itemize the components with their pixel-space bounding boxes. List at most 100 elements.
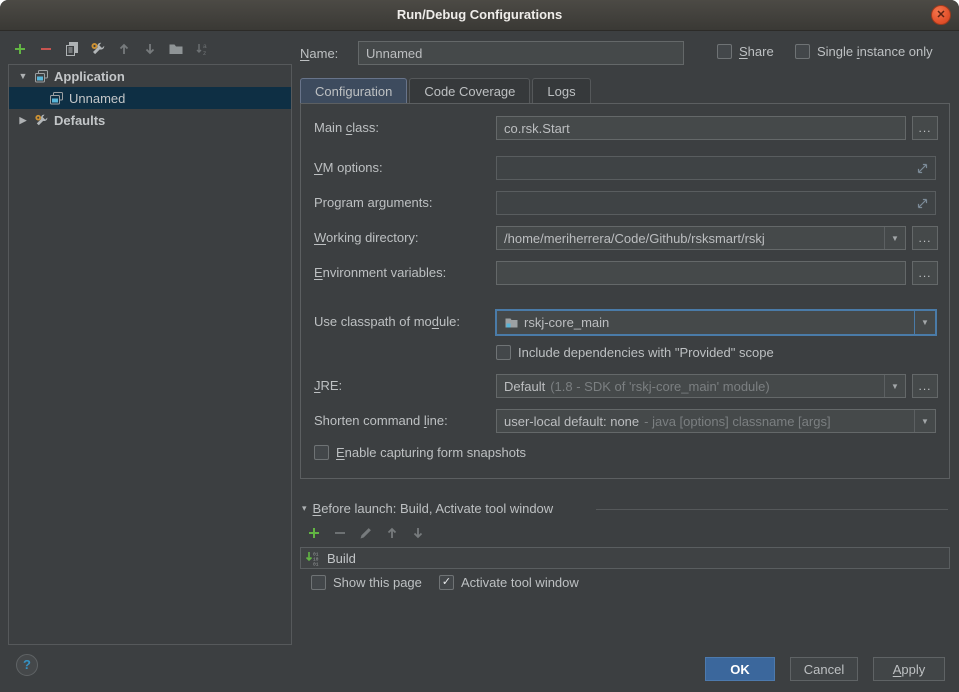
arrow-down-icon [410,525,426,541]
main-class-input[interactable] [496,116,906,140]
ok-button[interactable]: OK [705,657,775,681]
configurations-tree: ▼ Application Unnamed ▶ Defaults [8,64,292,645]
chevron-collapsed-icon[interactable]: ▶ [17,115,29,126]
dropdown-arrow-icon[interactable]: ▼ [884,375,905,397]
move-task-up-button[interactable] [384,525,400,541]
add-icon [306,525,322,541]
dropdown-arrow-icon[interactable]: ▼ [914,311,935,334]
add-configuration-button[interactable] [12,41,28,57]
working-directory-browse-button[interactable]: ... [912,226,938,250]
tree-item-defaults[interactable]: ▶ Defaults [9,109,291,131]
tab-configuration[interactable]: Configuration [300,78,407,103]
working-directory-value: /home/meriherrera/Code/Github/rsksmart/r… [504,231,765,246]
move-task-down-button[interactable] [410,525,426,541]
tree-item-label: Application [54,69,125,84]
name-input[interactable] [358,41,684,65]
chevron-expanded-icon[interactable]: ▼ [17,71,29,81]
show-this-page-checkbox[interactable]: Show this page [311,575,422,590]
tree-item-application[interactable]: ▼ Application [9,65,291,87]
working-directory-combobox[interactable]: /home/meriherrera/Code/Github/rsksmart/r… [496,226,906,250]
tree-item-label: Unnamed [69,91,125,106]
cancel-button[interactable]: Cancel [790,657,858,681]
before-launch-task-build[interactable]: 011001 Build [300,547,950,569]
remove-icon [332,525,348,541]
folder-icon [168,41,184,57]
share-checkbox[interactable]: Share [717,44,774,59]
activate-tool-window-checkbox[interactable]: ✓ Activate tool window [439,575,579,590]
activate-tool-window-label: Activate tool window [461,575,579,590]
apply-button[interactable]: Apply [873,657,945,681]
sort-configurations-button[interactable]: az [194,41,210,57]
remove-icon [38,41,54,57]
shorten-command-line-combobox[interactable]: user-local default: none - java [options… [496,409,936,433]
shorten-command-line-hint: - java [options] classname [args] [644,414,830,429]
remove-task-button[interactable] [332,525,348,541]
tree-item-unnamed[interactable]: Unnamed [9,87,291,109]
expand-field-icon[interactable] [915,196,930,211]
main-class-browse-button[interactable]: ... [912,116,938,140]
pencil-icon [358,525,374,541]
expand-field-icon[interactable] [915,161,930,176]
vm-options-input[interactable] [496,156,936,180]
jre-browse-button[interactable]: ... [912,374,938,398]
working-directory-label: Working directory: [314,230,419,245]
checkbox-unchecked-icon [496,345,511,360]
checkbox-unchecked-icon [795,44,810,59]
use-classpath-value: rskj-core_main [524,315,609,330]
program-arguments-label: Program arguments: [314,195,433,210]
tab-code-coverage[interactable]: Code Coverage [409,78,530,103]
configurations-toolbar: az [12,41,210,57]
share-label: Share [739,44,774,59]
sort-az-icon: az [194,41,210,57]
enable-capturing-label: Enable capturing form snapshots [336,445,526,460]
arrow-up-icon [384,525,400,541]
svg-text:z: z [203,50,206,57]
before-launch-header[interactable]: ▾ Before launch: Build, Activate tool wi… [302,501,553,516]
shorten-command-line-label: Shorten command line: [314,413,448,428]
tab-logs[interactable]: Logs [532,78,590,103]
section-collapse-icon[interactable]: ▾ [302,503,307,514]
main-class-label: Main class: [314,120,379,135]
arrow-up-icon [116,41,132,57]
window-title: Run/Debug Configurations [0,0,959,30]
checkbox-unchecked-icon [717,44,732,59]
vm-options-label: VM options: [314,160,383,175]
enable-capturing-checkbox[interactable]: Enable capturing form snapshots [314,445,526,460]
add-task-button[interactable] [306,525,322,541]
add-icon [12,41,28,57]
edit-task-button[interactable] [358,525,374,541]
copy-configuration-button[interactable] [64,41,80,57]
close-icon: ✕ [936,9,945,21]
jre-hint: (1.8 - SDK of 'rskj-core_main' module) [550,379,770,394]
checkbox-unchecked-icon [311,575,326,590]
titlebar[interactable]: Run/Debug Configurations ✕ [0,0,959,31]
create-folder-button[interactable] [168,41,184,57]
move-down-button[interactable] [142,41,158,57]
close-button[interactable]: ✕ [931,5,951,25]
environment-variables-browse-button[interactable]: ... [912,261,938,285]
help-button[interactable]: ? [16,654,38,676]
environment-variables-input[interactable] [496,261,906,285]
program-arguments-input[interactable] [496,191,936,215]
jre-combobox[interactable]: Default (1.8 - SDK of 'rskj-core_main' m… [496,374,906,398]
move-up-button[interactable] [116,41,132,57]
application-icon [34,69,49,84]
help-icon: ? [23,657,31,672]
use-classpath-combobox[interactable]: rskj-core_main ▼ [495,309,937,336]
include-provided-checkbox[interactable]: Include dependencies with "Provided" sco… [496,345,774,360]
arrow-down-icon [142,41,158,57]
edit-defaults-button[interactable] [90,41,106,57]
show-this-page-label: Show this page [333,575,422,590]
module-icon [504,315,519,330]
dropdown-arrow-icon[interactable]: ▼ [884,227,905,249]
jre-label: JRE: [314,378,342,393]
name-label: Name: [300,46,338,61]
remove-configuration-button[interactable] [38,41,54,57]
dropdown-arrow-icon[interactable]: ▼ [914,410,935,432]
svg-text:01: 01 [313,562,319,567]
before-launch-title: Before launch: Build, Activate tool wind… [313,501,554,516]
application-icon [49,91,64,106]
shorten-command-line-value: user-local default: none [504,414,639,429]
single-instance-checkbox[interactable]: Single instance only [795,44,933,59]
wrench-icon [90,41,106,57]
